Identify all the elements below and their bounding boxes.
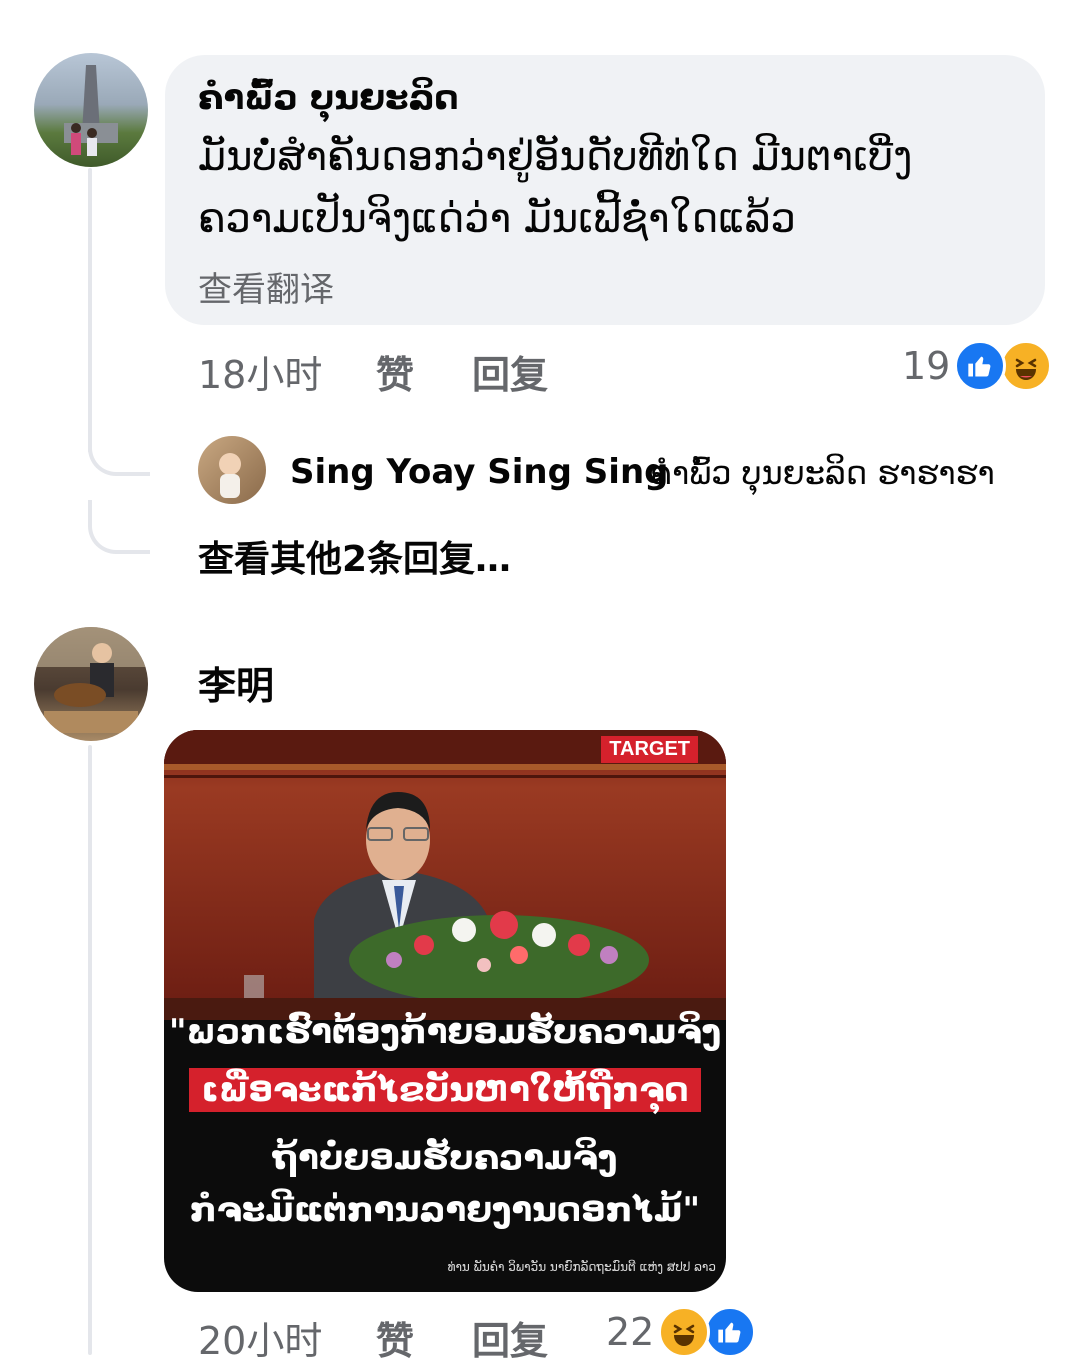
quote-line: ຖ້າບໍ່ຍອມຮັບຄວາມຈິງ [272,1138,618,1178]
source-badge: TARGET [601,736,698,763]
thread-connector [88,420,150,476]
reply-button[interactable]: 回复 [472,1310,548,1365]
thread-line [88,745,92,1355]
quote-line: ກໍຈະມີແຕ່ການລາຍງານດອກໄມ້" [189,1190,701,1230]
comment-author[interactable]: ຄຳພົ້ວ ບຸນຍະລິດ [198,78,459,118]
avatar-photo-icon [34,627,148,733]
reaction-count[interactable]: 22 [606,1310,654,1354]
avatar[interactable] [34,53,148,167]
comment-time[interactable]: 20小时 [198,1310,322,1365]
quote-highlight: ເພື່ອຈະແກ້ໄຂບັນຫາໃຫ້ຖືກຈຸດ [189,1068,701,1112]
haha-icon [1000,340,1052,392]
avatar-photo-icon [219,453,241,498]
quote-line: "ພວກເຮົາຕ້ອງກ້າຍອມຮັບຄວາມຈິງ [168,1012,722,1052]
comment-text: ມັນບໍ່ສຳຄັນດອກວ່າຢູ່ອັນດັບທີທ່ໃດ ມີນຕາເບ… [198,134,913,180]
thread-connector [88,500,150,554]
reaction-count[interactable]: 19 [902,344,950,388]
comment-author[interactable]: 李明 [198,655,274,710]
like-button[interactable]: 赞 [376,1310,414,1365]
reply-button[interactable]: 回复 [472,344,548,399]
attached-image[interactable]: TARGET "ພວກເຮົາຕ້ອງກ້າຍອມຮັບຄວາມຈິງ ເພື່… [164,730,726,1292]
avatar-photo-icon [64,65,118,156]
reply-text: ຄຳພົ້ວ ບຸນຍະລິດ ຮາຮາຮາ [650,454,995,492]
reply-author[interactable]: Sing Yoay Sing Sing [290,452,668,492]
reply-avatar[interactable] [198,436,266,504]
comment-text: ຄວາມເປັນຈິງແດ່ວ່າ ມັນເຟີ້ຊໍ່າໃດແລ້ວ [198,196,796,242]
view-more-replies-link[interactable]: 查看其他2条回复… [198,530,511,582]
like-icon [704,1306,756,1358]
like-icon [954,340,1006,392]
photo-background [164,730,726,1020]
comment-time[interactable]: 18小时 [198,344,322,399]
quote-line-highlight: ເພື່ອຈະແກ້ໄຂບັນຫາໃຫ້ຖືກຈຸດ [164,1068,726,1112]
haha-icon [658,1306,710,1358]
thread-line [88,168,92,453]
like-button[interactable]: 赞 [376,344,414,399]
image-caption: ທ່ານ ພັນຄຳ ວິພາວັນ ນາຍົກລັດຖະມົນຕີ ແຫ່ງ … [447,1260,716,1274]
avatar[interactable] [34,627,148,741]
see-translation-link[interactable]: 查看翻译 [198,262,334,311]
